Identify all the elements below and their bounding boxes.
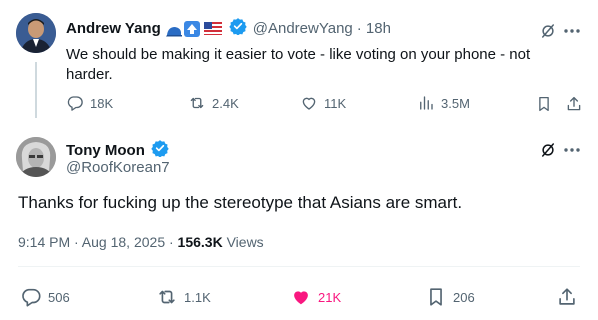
tweet-text: Thanks for fucking up the stereotype tha… xyxy=(18,193,463,212)
views-label: Views xyxy=(222,234,264,250)
share-icon[interactable] xyxy=(564,94,584,114)
share-icon[interactable] xyxy=(556,286,578,308)
bookmark-icon xyxy=(430,288,442,306)
repost-action[interactable]: 1.1K xyxy=(156,286,211,308)
like-action[interactable]: 11K xyxy=(300,94,346,112)
bookmark-count: 206 xyxy=(453,289,475,305)
author-handle[interactable]: @RoofKorean7 xyxy=(66,159,170,176)
grok-icon[interactable] xyxy=(538,140,558,160)
thread-line xyxy=(35,62,37,118)
like-icon xyxy=(302,97,316,110)
like-action[interactable]: 21K xyxy=(290,286,341,308)
reply-action[interactable]: 506 xyxy=(20,286,70,308)
us-flag-emoji-icon xyxy=(203,22,222,35)
author-handle[interactable]: @AndrewYang xyxy=(253,20,353,37)
reply-action[interactable]: 18K xyxy=(66,94,113,112)
more-icon[interactable] xyxy=(562,21,582,41)
views-count: 156.3K xyxy=(177,234,223,250)
bookmark-icon[interactable] xyxy=(534,94,554,114)
verified-badge-icon xyxy=(229,17,247,40)
post-time[interactable]: · 18h xyxy=(357,20,391,37)
views-count: 3.5M xyxy=(441,95,470,111)
up-arrow-emoji-icon xyxy=(183,20,200,37)
like-icon xyxy=(294,291,308,305)
repost-count: 2.4K xyxy=(212,95,239,111)
repost-count: 1.1K xyxy=(184,289,211,305)
repost-icon xyxy=(190,97,204,109)
avatar-andrew-yang[interactable] xyxy=(16,13,56,53)
more-icon[interactable] xyxy=(562,140,582,160)
tweet-meta: 9:14 PM · Aug 18, 2025 · 156.3K Views xyxy=(18,234,264,250)
like-count: 11K xyxy=(324,95,347,111)
cap-emoji-icon xyxy=(165,24,182,36)
tweet-text: We should be making it easier to vote - … xyxy=(66,46,531,83)
like-count: 21K xyxy=(318,289,342,305)
repost-action[interactable]: 2.4K xyxy=(188,94,239,112)
views-action[interactable]: 3.5M xyxy=(417,94,470,112)
divider xyxy=(18,266,580,267)
author-name[interactable]: Andrew Yang xyxy=(66,20,161,37)
views-icon xyxy=(420,96,433,110)
reply-count: 506 xyxy=(48,289,70,305)
reply-icon xyxy=(67,96,83,111)
avatar-tony-moon[interactable] xyxy=(16,137,56,177)
reply-count: 18K xyxy=(90,95,114,111)
author-name[interactable]: Tony Moon xyxy=(66,142,145,159)
bookmark-action[interactable]: 206 xyxy=(425,286,475,308)
repost-icon xyxy=(159,290,175,304)
grok-icon[interactable] xyxy=(538,21,558,41)
timestamp[interactable]: 9:14 PM · Aug 18, 2025 · xyxy=(18,234,178,250)
reply-icon xyxy=(22,288,41,307)
